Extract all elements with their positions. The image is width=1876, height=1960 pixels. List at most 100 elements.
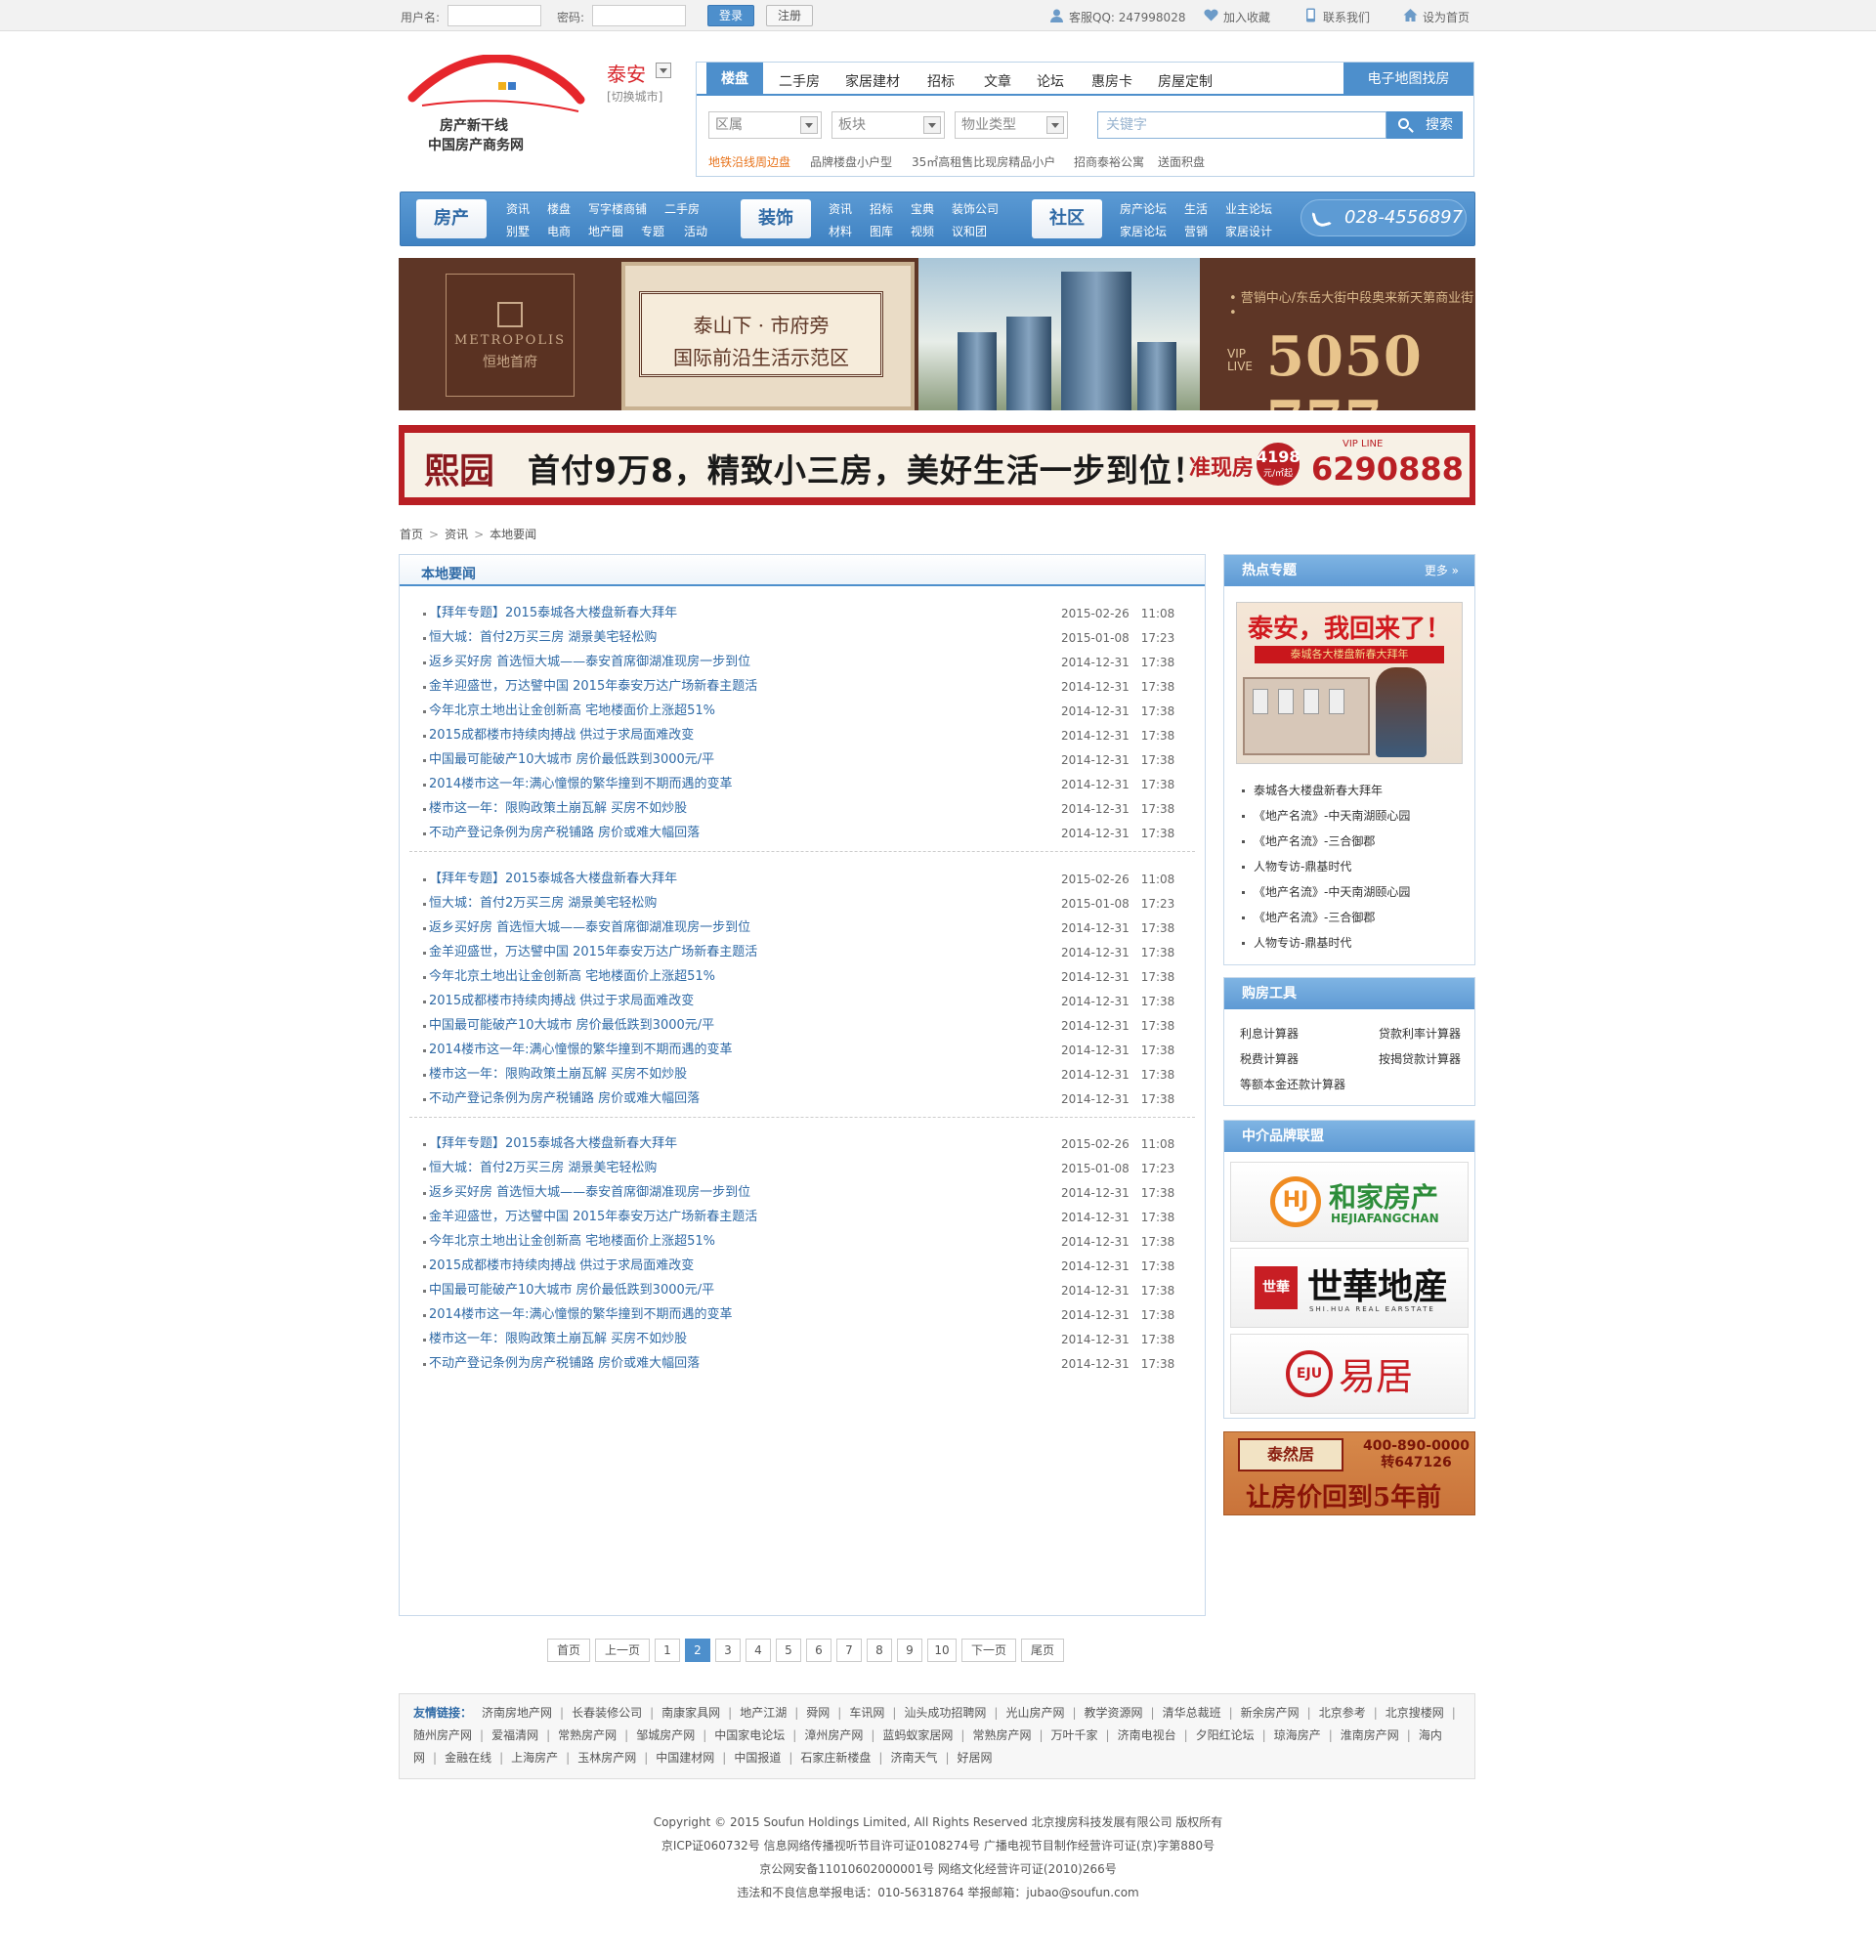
property-type-select[interactable]: 物业类型: [955, 111, 1068, 139]
news-title-link[interactable]: 不动产登记条例为房产税铺路 房价或难大幅回落: [429, 1084, 700, 1115]
current-city[interactable]: 泰安: [607, 59, 646, 87]
friend-link[interactable]: 石家庄新楼盘: [800, 1751, 871, 1765]
nav-link[interactable]: 活动: [684, 223, 707, 239]
qq-service[interactable]: 客服QQ: 247998028: [1069, 9, 1185, 25]
friend-link[interactable]: 金融在线: [445, 1751, 491, 1765]
username-input[interactable]: [448, 5, 541, 26]
friend-link[interactable]: 车讯网: [849, 1706, 884, 1720]
more-link[interactable]: 更多 »: [1425, 555, 1459, 586]
hot-topic-link[interactable]: 《地产名流》-中天南湖颐心园: [1240, 803, 1410, 829]
friend-link[interactable]: 随州房产网: [413, 1728, 472, 1742]
friend-link[interactable]: 夕阳红论坛: [1196, 1728, 1255, 1742]
sidebar-ad[interactable]: 泰然居 400-890-0000 转647126 让房价回到5年前: [1223, 1431, 1475, 1515]
hot-topic-link[interactable]: 《地产名流》-中天南湖颐心园: [1240, 879, 1410, 905]
tab-loupan[interactable]: 楼盘: [706, 63, 763, 96]
prev-page-button[interactable]: 上一页: [595, 1639, 650, 1662]
principal-calculator-link[interactable]: 等额本金还款计算器: [1240, 1076, 1345, 1092]
hot-word-link[interactable]: 送面积盘: [1158, 153, 1205, 170]
friend-link[interactable]: 光山房产网: [1005, 1706, 1064, 1720]
friend-link[interactable]: 北京搜楼网: [1386, 1706, 1444, 1720]
switch-city-link[interactable]: [切换城市]: [607, 88, 662, 105]
page-button[interactable]: 1: [655, 1639, 680, 1662]
mortgage-calculator-link[interactable]: 按揭贷款计算器: [1379, 1050, 1461, 1067]
nav-link[interactable]: 招标: [870, 200, 893, 217]
friend-link[interactable]: 清华总裁班: [1163, 1706, 1221, 1720]
tab-zhaobiao[interactable]: 招标: [927, 71, 955, 91]
tab-wenzhang[interactable]: 文章: [984, 71, 1011, 91]
news-title-link[interactable]: 不动产登记条例为房产税铺路 房价或难大幅回落: [429, 818, 700, 849]
nav-link[interactable]: 写字楼商铺: [588, 200, 647, 217]
friend-link[interactable]: 北京参考: [1319, 1706, 1366, 1720]
ad-banner-xiyuan[interactable]: 熙园 首付9万8，精致小三房，美好生活一步到位！ 准现房 4198 元/㎡起 VI…: [399, 425, 1475, 505]
friend-link[interactable]: 中国报道: [734, 1751, 781, 1765]
nav-link[interactable]: 宝典: [911, 200, 934, 217]
next-page-button[interactable]: 下一页: [961, 1639, 1016, 1662]
last-page-button[interactable]: 尾页: [1021, 1639, 1064, 1662]
hot-word-link[interactable]: 招商泰裕公寓: [1074, 153, 1144, 170]
hot-topic-link[interactable]: 泰城各大楼盘新春大拜年: [1240, 778, 1410, 803]
friend-link[interactable]: 蓝蚂蚁家居网: [882, 1728, 953, 1742]
friend-link[interactable]: 上海房产: [511, 1751, 558, 1765]
nav-link[interactable]: 专题: [641, 223, 664, 239]
friend-link[interactable]: 济南房地产网: [482, 1706, 552, 1720]
friend-link[interactable]: 济南电视台: [1118, 1728, 1176, 1742]
hot-topic-link[interactable]: 《地产名流》-三合御郡: [1240, 905, 1410, 930]
nav-link[interactable]: 地产圈: [588, 223, 623, 239]
friend-link[interactable]: 邹城房产网: [636, 1728, 695, 1742]
friend-link[interactable]: 中国建材网: [656, 1751, 714, 1765]
nav-link[interactable]: 资讯: [506, 200, 530, 217]
nav-link[interactable]: 楼盘: [547, 200, 571, 217]
hot-word-link[interactable]: 品牌楼盘小户型: [810, 153, 892, 170]
nav-link[interactable]: 业主论坛: [1225, 200, 1272, 217]
tab-jiajujiancai[interactable]: 家居建材: [845, 71, 900, 91]
hot-topic-link[interactable]: 人物专访-鼎基时代: [1240, 854, 1410, 879]
register-button[interactable]: 注册: [766, 5, 813, 26]
page-button[interactable]: 4: [746, 1639, 771, 1662]
page-button[interactable]: 5: [776, 1639, 801, 1662]
friend-link[interactable]: 济南天气: [890, 1751, 937, 1765]
nav-link[interactable]: 营销: [1184, 223, 1208, 239]
first-page-button[interactable]: 首页: [547, 1639, 590, 1662]
hot-topic-link[interactable]: 人物专访-鼎基时代: [1240, 930, 1410, 956]
search-button[interactable]: 搜索: [1386, 111, 1463, 139]
brand-hejia[interactable]: HJ 和家房产 HEJIAFANGCHAN: [1230, 1162, 1469, 1242]
friend-link[interactable]: 玉林房产网: [577, 1751, 636, 1765]
nav-shequ[interactable]: 社区: [1032, 199, 1102, 238]
city-dropdown-icon[interactable]: [656, 63, 671, 78]
password-input[interactable]: [592, 5, 686, 26]
contact-us-link[interactable]: 联系我们: [1323, 9, 1370, 25]
friend-link[interactable]: 新余房产网: [1241, 1706, 1300, 1720]
friend-link[interactable]: 爱福清网: [491, 1728, 538, 1742]
nav-link[interactable]: 材料: [829, 223, 852, 239]
news-title-link[interactable]: 不动产登记条例为房产税铺路 房价或难大幅回落: [429, 1348, 700, 1380]
page-button[interactable]: 2: [685, 1639, 710, 1662]
page-button[interactable]: 8: [867, 1639, 892, 1662]
friend-link[interactable]: 常熟房产网: [972, 1728, 1031, 1742]
nav-link[interactable]: 资讯: [829, 200, 852, 217]
tab-fangwudingzhi[interactable]: 房屋定制: [1158, 71, 1213, 91]
friend-link[interactable]: 万叶千家: [1051, 1728, 1098, 1742]
nav-link[interactable]: 房产论坛: [1120, 200, 1167, 217]
tax-calculator-link[interactable]: 税费计算器: [1240, 1050, 1299, 1067]
ad-banner-metropolis[interactable]: METROPOLIS 恒地首府 泰山下 · 市府旁 国际前沿生活示范区 • 营销…: [399, 258, 1475, 410]
friend-link[interactable]: 长春装修公司: [572, 1706, 642, 1720]
friend-link[interactable]: 常熟房产网: [558, 1728, 617, 1742]
block-select[interactable]: 板块: [831, 111, 945, 139]
hot-word-link[interactable]: 地铁沿线周边盘: [708, 153, 790, 170]
nav-link[interactable]: 家居论坛: [1120, 223, 1167, 239]
nav-link[interactable]: 图库: [870, 223, 893, 239]
friend-link[interactable]: 漳州房产网: [804, 1728, 863, 1742]
page-button[interactable]: 6: [806, 1639, 831, 1662]
page-button[interactable]: 7: [836, 1639, 862, 1662]
set-homepage-link[interactable]: 设为首页: [1423, 9, 1470, 25]
interest-calculator-link[interactable]: 利息计算器: [1240, 1025, 1299, 1042]
hot-word-link[interactable]: 35㎡高租售比现房精品小户: [912, 153, 1055, 170]
nav-link[interactable]: 议和团: [952, 223, 987, 239]
brand-shihua[interactable]: 世華 世華地産 SHI.HUA REAL EARSTATE: [1230, 1248, 1469, 1328]
nav-link[interactable]: 别墅: [506, 223, 530, 239]
nav-link[interactable]: 生活: [1184, 200, 1208, 217]
brand-eju[interactable]: EJU 易居: [1230, 1334, 1469, 1414]
loan-rate-calculator-link[interactable]: 贷款利率计算器: [1379, 1025, 1461, 1042]
friend-link[interactable]: 南康家具网: [661, 1706, 720, 1720]
login-button[interactable]: 登录: [707, 5, 754, 26]
